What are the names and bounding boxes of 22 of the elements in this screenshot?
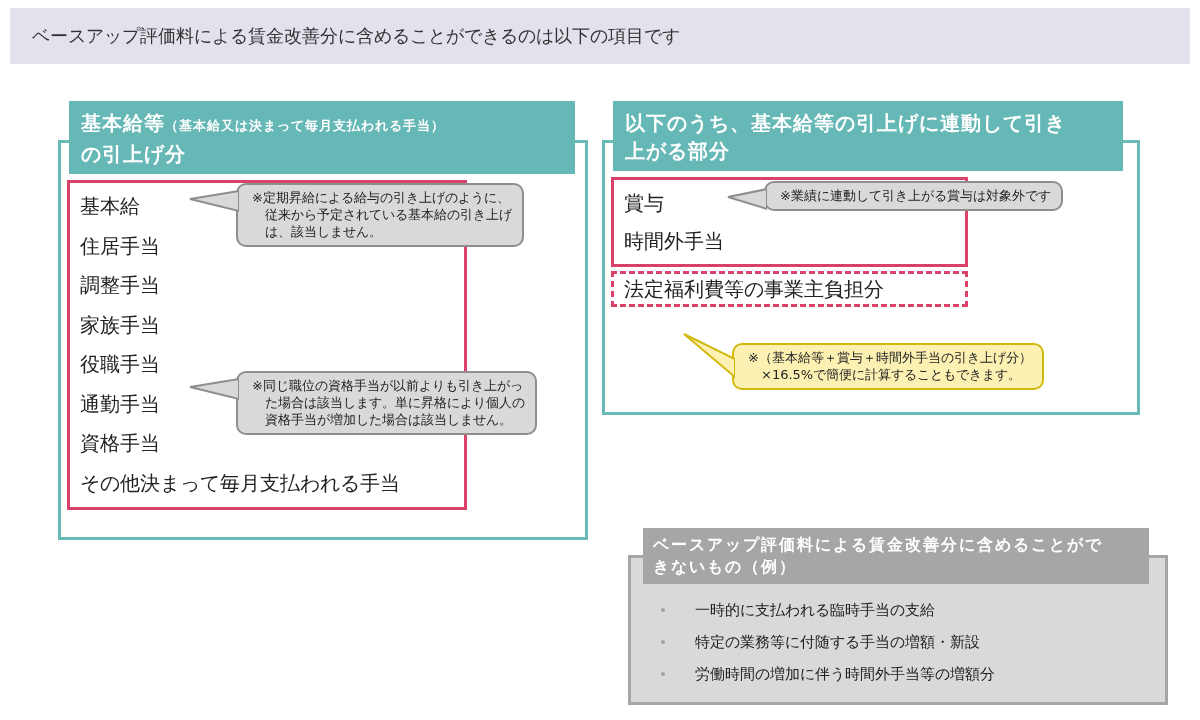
item-label: 法定福利費等の事業主負担分 <box>624 276 884 302</box>
callout-text: ※同じ職位の資格手当が以前よりも引き上がっ た場合は該当します。単に昇格により個人の 資格手当が増加した場合は該当しません。 <box>252 377 525 428</box>
item-label: 基本給 <box>80 193 140 220</box>
page-title: ベースアップ評価料による賃金改善分に含めることができるのは以下の項目です <box>32 24 680 48</box>
panel-title: ベースアップ評価料による賃金改善分に含めることができないもの（例） <box>643 528 1149 584</box>
callout-text: ※（基本給等＋賞与＋時間外手当の引き上げ分） ×16.5%で簡便に計算することもできます。 <box>748 349 1032 383</box>
list-item: 一時的に支払われる臨時手当の支給 <box>695 600 935 620</box>
item-label: 住居手当 <box>80 232 160 260</box>
item-label: 通勤手当 <box>80 390 160 418</box>
item-label: 賞与 <box>624 190 664 217</box>
item-label: 役職手当 <box>80 351 160 378</box>
callout-text: ※業績に連動して引き上がる賞与は対象外です <box>780 187 1051 204</box>
list-item: 労働時間の増加に伴う時間外手当等の増額分 <box>695 664 995 684</box>
panel-title: 基本給等（基本給又は決まって毎月支払われる手当） の引上げ分 <box>69 101 575 174</box>
callout-text: ※定期昇給による給与の引き上げのように、 従来から予定されている基本給の引き上げ は、該当しません。 <box>252 189 512 240</box>
item-label: その他決まって毎月支払われる手当 <box>80 469 400 497</box>
item-label: 時間外手当 <box>624 228 724 255</box>
item-label: 家族手当 <box>80 311 160 339</box>
item-label: 調整手当 <box>80 272 160 299</box>
item-label: 資格手当 <box>80 430 160 457</box>
panel-title: 以下のうち、基本給等の引上げに連動して引き上がる部分 <box>613 101 1123 171</box>
list-item: 特定の業務等に付随する手当の増額・新設 <box>695 632 980 652</box>
